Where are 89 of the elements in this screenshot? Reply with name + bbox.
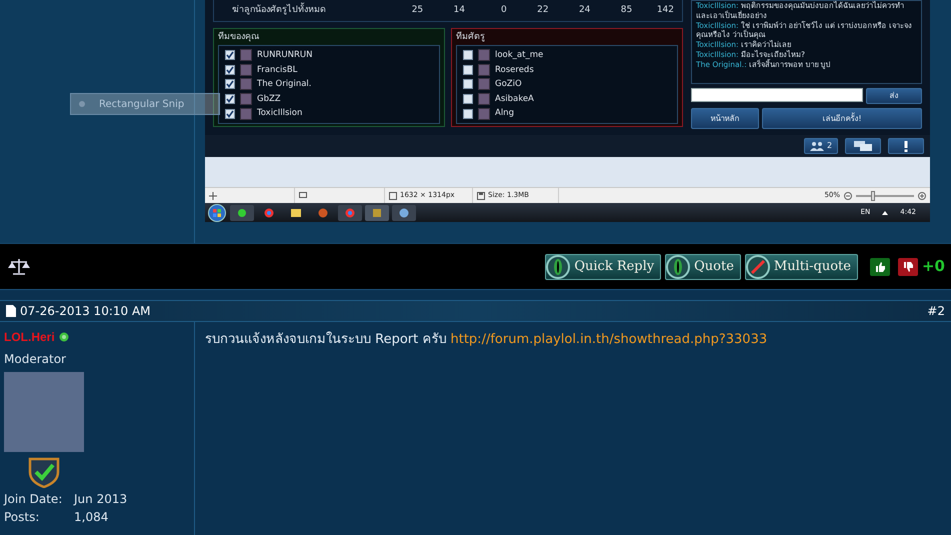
team-title: ทีมของคุณ bbox=[218, 31, 260, 44]
zoom-slider-thumb[interactable] bbox=[871, 190, 876, 200]
player-name: ToxicIllsion bbox=[257, 107, 302, 120]
champion-portrait bbox=[240, 108, 252, 120]
stat-value: 24 bbox=[578, 4, 590, 17]
stat-value: 142 bbox=[656, 4, 674, 17]
folder-icon bbox=[291, 208, 301, 217]
document-icon bbox=[6, 305, 16, 317]
player-name: Alng bbox=[495, 107, 514, 120]
eye-icon bbox=[666, 254, 690, 278]
taskbar-app-icon[interactable] bbox=[230, 204, 254, 220]
start-button[interactable] bbox=[207, 204, 227, 222]
player-name: Rosereds bbox=[495, 64, 534, 76]
thread-link[interactable]: http://forum.playlol.in.th/showthread.php?33033 bbox=[450, 332, 768, 347]
player-checkbox[interactable] bbox=[463, 64, 473, 75]
field-value: 1,084 bbox=[74, 509, 108, 526]
thumbs-up-icon bbox=[874, 262, 885, 272]
player-name: look_at_me bbox=[495, 48, 544, 62]
scales-icon[interactable] bbox=[8, 258, 30, 276]
tooltip-text: Rectangular Snip bbox=[99, 98, 184, 112]
player-checkbox[interactable] bbox=[225, 79, 235, 90]
field-label: Join Date: bbox=[4, 491, 64, 508]
eye-icon bbox=[546, 254, 570, 278]
thumbs-down-icon bbox=[902, 262, 913, 272]
player-checkbox[interactable] bbox=[225, 94, 235, 104]
friends-button[interactable]: 2 bbox=[804, 138, 838, 154]
player-name: FrancisBL bbox=[257, 64, 298, 76]
player-name: AsibakeA bbox=[495, 92, 534, 106]
quote-button[interactable]: Quote bbox=[665, 254, 741, 280]
stat-value: 22 bbox=[536, 4, 549, 17]
player-checkbox[interactable] bbox=[463, 50, 473, 60]
field-label: Posts: bbox=[4, 509, 40, 526]
zoom-out-icon[interactable] bbox=[844, 192, 852, 200]
speech-bubbles-icon bbox=[854, 141, 872, 151]
player-name: GbZZ bbox=[257, 92, 281, 106]
champion-portrait bbox=[478, 108, 490, 120]
reputation-score: +0 bbox=[922, 256, 945, 278]
player-name: RUNRUNRUN bbox=[257, 48, 312, 62]
browser-taskbar-icon[interactable] bbox=[338, 204, 362, 220]
people-icon bbox=[810, 141, 824, 151]
champion-portrait bbox=[478, 78, 490, 90]
player-name: The Original. bbox=[257, 78, 312, 91]
paint-taskbar-icon[interactable] bbox=[392, 204, 416, 220]
champion-portrait bbox=[478, 64, 490, 76]
move-icon bbox=[209, 192, 217, 200]
stat-value: 0 bbox=[500, 4, 507, 17]
player-checkbox[interactable] bbox=[225, 108, 235, 119]
player-checkbox[interactable] bbox=[463, 108, 473, 119]
user-title: Moderator bbox=[4, 351, 67, 368]
image-size-icon bbox=[389, 192, 397, 200]
play-again-button[interactable]: เล่นอีกครั้ง! bbox=[762, 108, 922, 129]
stat-value: 25 bbox=[410, 4, 424, 17]
stat-value: 14 bbox=[452, 4, 465, 17]
quick-reply-button[interactable]: Quick Reply bbox=[545, 254, 662, 280]
chat-button[interactable] bbox=[845, 138, 881, 154]
post-date: 07-26-2013 10:10 AM bbox=[20, 303, 151, 320]
stat-label: ฆ่าลูกน้องศัตรูไปทั้งหมด bbox=[231, 4, 327, 17]
bullet-icon bbox=[79, 101, 85, 107]
chat-input-field[interactable] bbox=[691, 88, 863, 102]
champion-portrait bbox=[240, 64, 252, 76]
player-checkbox[interactable] bbox=[463, 94, 473, 104]
player-checkbox[interactable] bbox=[463, 79, 473, 90]
exclamation-icon bbox=[904, 140, 908, 152]
post-number-link[interactable]: #2 bbox=[927, 302, 945, 320]
tray-arrow-icon[interactable] bbox=[882, 210, 888, 214]
field-value: Jun 2013 bbox=[74, 491, 128, 508]
team-title: ทีมศัตรู bbox=[456, 31, 486, 44]
zoom-in-icon[interactable] bbox=[918, 192, 926, 200]
shield-check-icon bbox=[28, 456, 60, 488]
alert-button[interactable] bbox=[888, 138, 924, 154]
champion-portrait bbox=[240, 78, 252, 90]
home-button[interactable]: หน้าหลัก bbox=[691, 108, 759, 129]
dislike-button[interactable] bbox=[898, 258, 918, 276]
champion-portrait bbox=[478, 93, 490, 106]
browser-icon bbox=[264, 208, 274, 218]
game-client-taskbar-icon[interactable] bbox=[365, 204, 389, 220]
player-name: GoZiO bbox=[495, 78, 522, 91]
player-checkbox[interactable] bbox=[225, 50, 235, 60]
player-checkbox[interactable] bbox=[225, 64, 235, 75]
stat-value: 85 bbox=[620, 4, 632, 17]
like-button[interactable] bbox=[870, 258, 890, 276]
champion-portrait bbox=[478, 49, 490, 62]
champion-portrait bbox=[240, 49, 252, 62]
browser-icon bbox=[345, 208, 355, 218]
post-message: รบกวนแจ้งหลังจบเกมในระบบ Report ครับ bbox=[205, 332, 446, 347]
send-button[interactable]: ส่ง bbox=[866, 88, 922, 104]
champion-portrait bbox=[240, 93, 252, 106]
multi-quote-button[interactable]: Multi-quote bbox=[744, 254, 858, 280]
selection-icon bbox=[299, 192, 307, 200]
